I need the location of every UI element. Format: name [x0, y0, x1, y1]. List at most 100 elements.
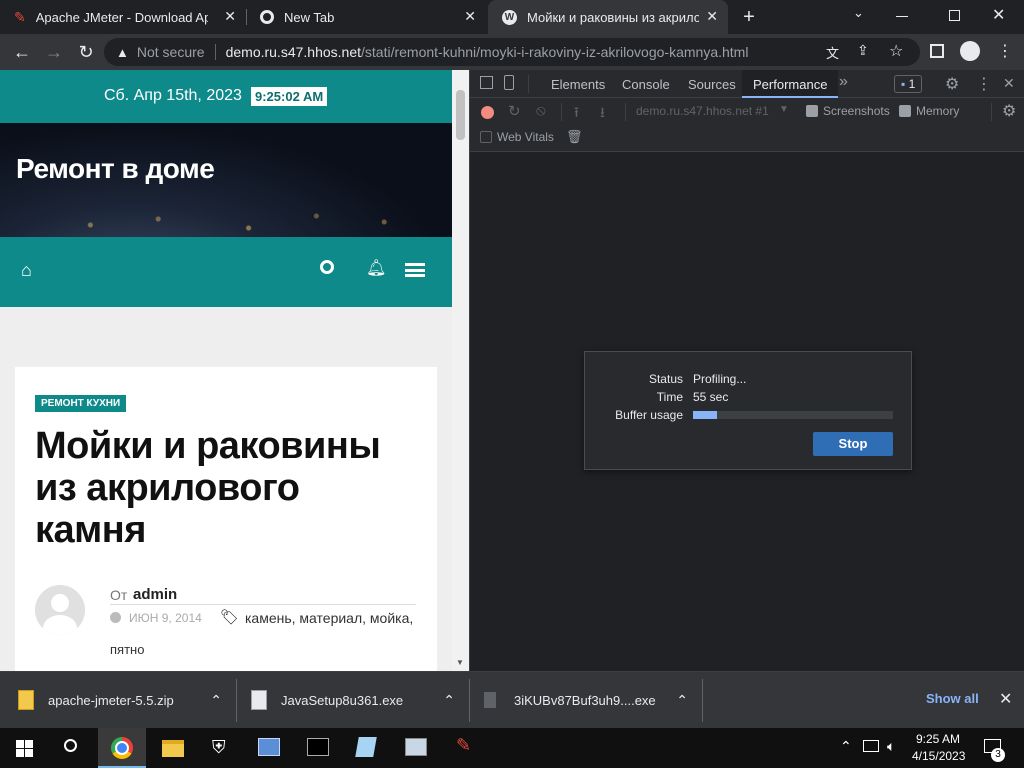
warning-icon[interactable]: ▲	[116, 45, 129, 60]
scrollbar-thumb[interactable]	[456, 90, 465, 140]
tab-new-tab[interactable]: New Tab ✕	[246, 0, 486, 34]
notepad-icon[interactable]	[355, 737, 377, 757]
tab-title: Мойки и раковины из акрилово	[527, 9, 699, 25]
scroll-down-arrow[interactable]: ▼	[456, 658, 464, 667]
browser-toolbar: ← → ↻ ▲ Not secure demo.ru.s47.hhos.net …	[0, 34, 1024, 70]
chrome-taskbar-button[interactable]	[98, 728, 146, 768]
category-badge[interactable]: РЕМОНТ КУХНИ	[35, 395, 127, 412]
close-icon[interactable]: ✕	[224, 8, 236, 25]
issues-count: 1	[908, 77, 916, 91]
clock-date[interactable]: 4/15/2023	[912, 749, 965, 763]
reload-button[interactable]: ↻	[74, 40, 98, 64]
profiling-dialog: Status Profiling... Time 55 sec Buffer u…	[584, 351, 912, 470]
capture-settings-icon[interactable]: ⚙	[1002, 101, 1016, 121]
settings-gear-icon[interactable]: ⚙	[945, 74, 959, 94]
network-app-icon[interactable]	[258, 738, 280, 756]
pen-app-icon[interactable]: ✎	[456, 735, 471, 756]
tab-jmeter[interactable]: ✎ Apache JMeter - Download Apac ✕	[0, 0, 246, 34]
web-vitals-checkbox[interactable]	[480, 131, 492, 143]
profile-avatar[interactable]	[960, 41, 980, 61]
article-title-line: Мойки и раковины	[35, 425, 381, 467]
terminal-icon[interactable]	[307, 738, 329, 756]
memory-checkbox[interactable]	[899, 105, 911, 117]
windows-start-icon[interactable]	[16, 740, 33, 757]
author-link[interactable]: admin	[133, 586, 177, 603]
status-label: Status	[648, 372, 683, 386]
inspect-icon[interactable]	[480, 76, 493, 89]
devtools-panel: Elements Console Sources Performance » ▪…	[469, 70, 1024, 671]
devtools-tab-console[interactable]: Console	[622, 77, 670, 92]
chevron-up-icon[interactable]: ⌃	[840, 738, 852, 755]
tags-list-more[interactable]: пятно	[110, 642, 144, 657]
post-date[interactable]: ИЮН 9, 2014	[129, 611, 202, 625]
devtools-tab-elements[interactable]: Elements	[551, 77, 605, 92]
close-download-bar-icon[interactable]: ✕	[999, 689, 1012, 709]
chevron-down-icon: ▼	[779, 104, 789, 115]
tags-list[interactable]: камень, материал, мойка,	[245, 610, 413, 626]
trash-icon[interactable]: 🗑︎	[566, 129, 583, 145]
side-panel-icon[interactable]	[930, 44, 944, 58]
new-tab-button[interactable]: +	[738, 5, 760, 29]
close-window-button[interactable]: ✕	[992, 5, 1005, 25]
target-select[interactable]: demo.ru.s47.hhos.net #1	[636, 104, 769, 118]
buffer-usage-fill	[693, 411, 717, 419]
clock-icon	[110, 612, 121, 623]
back-button[interactable]: ←	[10, 40, 34, 64]
nav-bar: ⌂ 🔔︎	[0, 237, 452, 307]
device-toggle-icon[interactable]	[504, 75, 514, 90]
stop-button[interactable]: Stop	[813, 432, 893, 456]
record-button[interactable]	[481, 106, 494, 119]
file-explorer-icon[interactable]	[162, 740, 184, 757]
restore-button[interactable]	[949, 10, 960, 21]
chevron-up-icon[interactable]: ⌃	[676, 692, 688, 709]
close-icon[interactable]: ✕	[464, 8, 476, 25]
city-lights	[0, 183, 452, 237]
upload-icon[interactable]: ⭱	[574, 102, 579, 126]
devtools-menu-icon[interactable]: ⋮	[976, 74, 992, 94]
translate-icon[interactable]: 文	[826, 43, 839, 62]
address-bar[interactable]: ▲ Not secure demo.ru.s47.hhos.net /stati…	[104, 38, 920, 66]
volume-icon[interactable]: 🔈︎	[887, 738, 895, 755]
hamburger-menu-icon[interactable]	[405, 263, 425, 277]
search-icon[interactable]	[320, 260, 334, 274]
article-card: РЕМОНТ КУХНИ Мойки и раковины из акрилов…	[15, 367, 437, 671]
download-icon[interactable]: ⭳	[600, 102, 605, 126]
chrome-icon	[111, 737, 133, 759]
devtools-tab-performance[interactable]: Performance	[742, 70, 839, 98]
bell-icon[interactable]: 🔔︎	[366, 258, 386, 278]
message-icon: ▪	[901, 77, 906, 91]
devtools-close-icon[interactable]: ✕	[1003, 75, 1015, 92]
tab-article[interactable]: W Мойки и раковины из акрилово ✕	[488, 0, 728, 34]
close-icon[interactable]: ✕	[706, 8, 718, 25]
reload-profile-icon[interactable]: ↻	[508, 102, 521, 120]
download-item[interactable]: 3iKUBv87Buf3uh9....exe ⌃	[484, 680, 700, 720]
download-item[interactable]: JavaSetup8u361.exe ⌃	[251, 680, 467, 720]
network-icon[interactable]	[863, 740, 879, 752]
home-icon[interactable]: ⌂	[21, 260, 32, 281]
clock-time[interactable]: 9:25 AM	[916, 732, 960, 746]
show-all-button[interactable]: Show all	[926, 691, 979, 706]
chevron-up-icon[interactable]: ⌃	[210, 692, 222, 709]
chevron-up-icon[interactable]: ⌃	[443, 692, 455, 709]
top-bar: Сб. Апр 15th, 2023 9:25:02 AM	[0, 70, 452, 123]
screenshots-checkbox[interactable]	[806, 105, 818, 117]
chrome-icon	[260, 10, 274, 24]
devtools-tab-sources[interactable]: Sources	[688, 77, 736, 92]
exe-file-icon	[251, 690, 267, 710]
download-item[interactable]: apache-jmeter-5.5.zip ⌃	[18, 680, 234, 720]
more-tabs-icon[interactable]: »	[839, 73, 848, 91]
site-title[interactable]: Ремонт в доме	[16, 153, 215, 185]
tab-search-icon[interactable]: ⌄	[853, 5, 864, 21]
page-scrollbar[interactable]: ▼	[452, 70, 469, 671]
image-viewer-icon[interactable]	[405, 738, 427, 756]
bookmark-star-icon[interactable]: ☆	[889, 41, 903, 61]
search-icon[interactable]	[64, 739, 77, 752]
header-time: 9:25:02 AM	[251, 87, 328, 106]
clear-icon[interactable]: ⦸	[536, 102, 546, 119]
minimize-button[interactable]	[896, 16, 908, 17]
forward-button[interactable]: →	[42, 40, 66, 64]
menu-icon[interactable]: ⋮	[997, 41, 1013, 61]
issues-badge[interactable]: ▪ 1	[894, 75, 923, 93]
share-icon[interactable]: ⇪	[857, 42, 869, 59]
security-shield-icon[interactable]: ⛨	[212, 737, 226, 758]
